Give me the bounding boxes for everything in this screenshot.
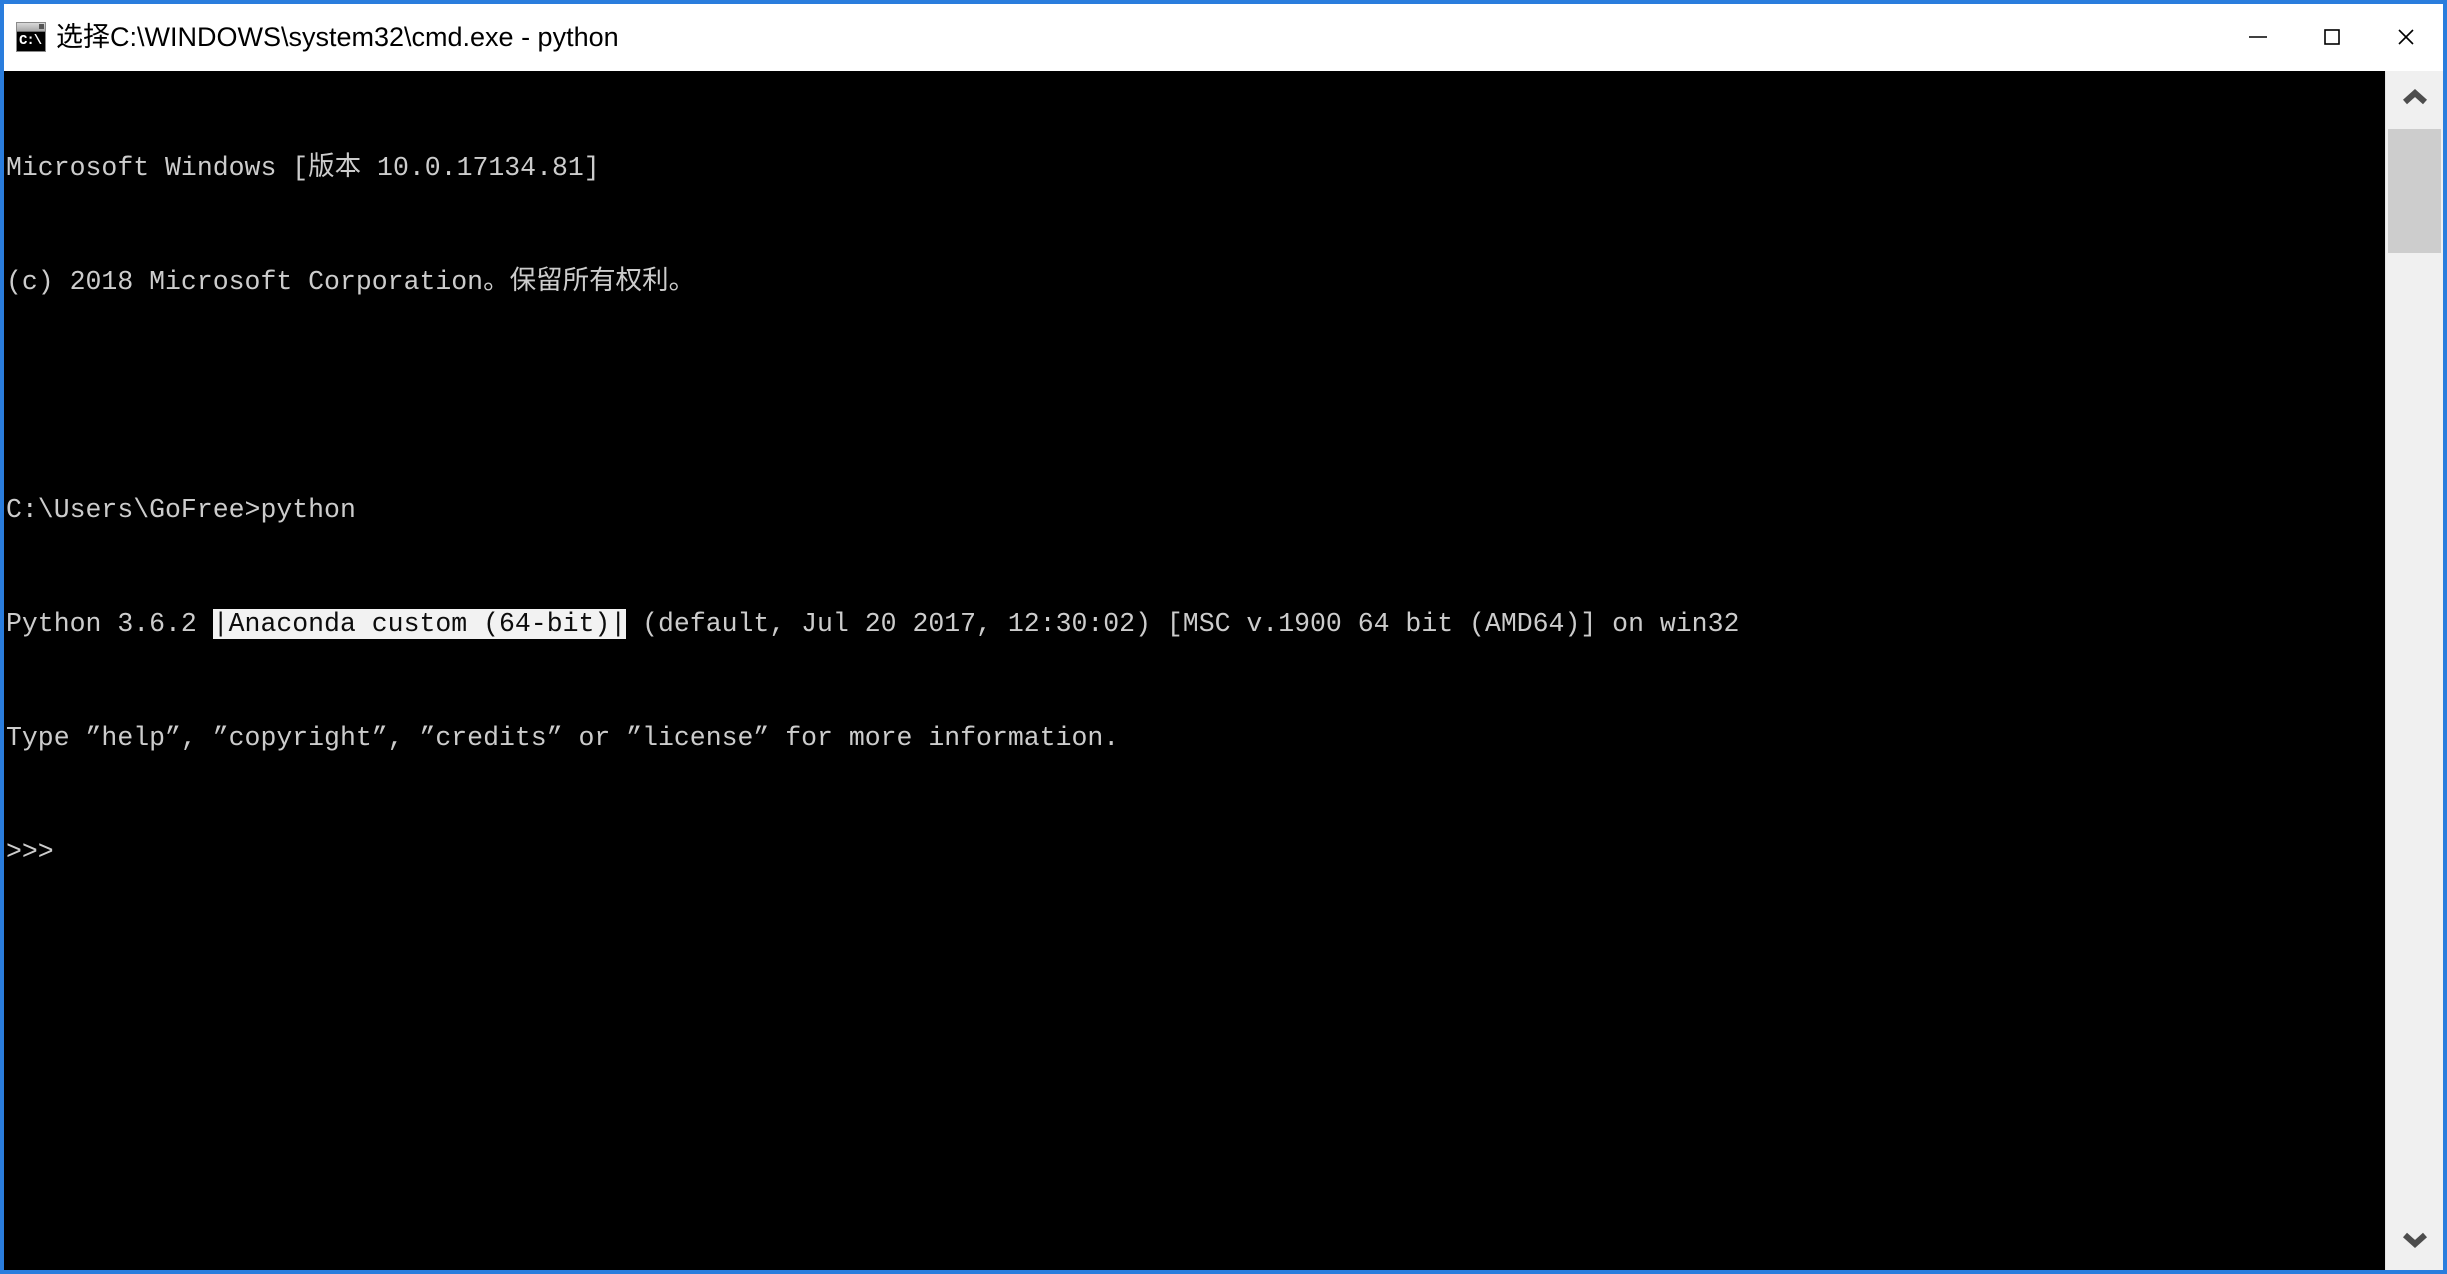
maximize-icon	[2320, 25, 2344, 49]
vertical-scrollbar[interactable]	[2385, 71, 2443, 1270]
console-line-python-version: Python 3.6.2 |Anaconda custom (64-bit)| …	[6, 605, 2385, 643]
cmd-icon-titlebar-decoration	[17, 23, 45, 32]
python-version-suffix: (default, Jul 20 2017, 12:30:02) [MSC v.…	[626, 609, 1740, 639]
cmd-icon-label: C:\	[19, 33, 42, 49]
console-line: (c) 2018 Microsoft Corporation。保留所有权利。	[6, 267, 696, 297]
console-line: Microsoft Windows [版本 10.0.17134.81]	[6, 153, 600, 183]
console-output[interactable]: Microsoft Windows [版本 10.0.17134.81] (c)…	[4, 71, 2385, 1270]
window-title: 选择C:\WINDOWS\system32\cmd.exe - python	[56, 22, 619, 52]
chevron-up-icon	[2400, 88, 2430, 113]
console-area: Microsoft Windows [版本 10.0.17134.81] (c)…	[4, 71, 2443, 1270]
window-controls	[2221, 4, 2443, 70]
console-prompt: >>>	[6, 837, 54, 867]
close-button[interactable]	[2369, 4, 2443, 70]
title-bar-left: C:\ 选择C:\WINDOWS\system32\cmd.exe - pyth…	[4, 22, 2221, 52]
scrollbar-track[interactable]	[2386, 129, 2443, 1212]
maximize-button[interactable]	[2295, 4, 2369, 70]
scroll-up-button[interactable]	[2386, 71, 2443, 129]
selected-text-highlight[interactable]: |Anaconda custom (64-bit)|	[212, 609, 627, 639]
cmd-window: C:\ 选择C:\WINDOWS\system32\cmd.exe - pyth…	[0, 0, 2447, 1274]
python-version-prefix: Python 3.6.2	[6, 609, 213, 639]
minimize-button[interactable]	[2221, 4, 2295, 70]
console-text-buffer: Microsoft Windows [版本 10.0.17134.81] (c)…	[4, 71, 2385, 947]
cmd-app-icon: C:\	[16, 22, 46, 52]
console-line-help: Type ”help”, ”copyright”, ”credits” or ”…	[6, 723, 1120, 753]
scrollbar-thumb[interactable]	[2388, 129, 2441, 253]
chevron-down-icon	[2400, 1229, 2430, 1254]
title-bar[interactable]: C:\ 选择C:\WINDOWS\system32\cmd.exe - pyth…	[4, 4, 2443, 71]
minimize-icon	[2246, 25, 2270, 49]
close-icon	[2394, 25, 2418, 49]
scroll-down-button[interactable]	[2386, 1212, 2443, 1270]
console-line-command: C:\Users\GoFree>python	[6, 495, 356, 525]
